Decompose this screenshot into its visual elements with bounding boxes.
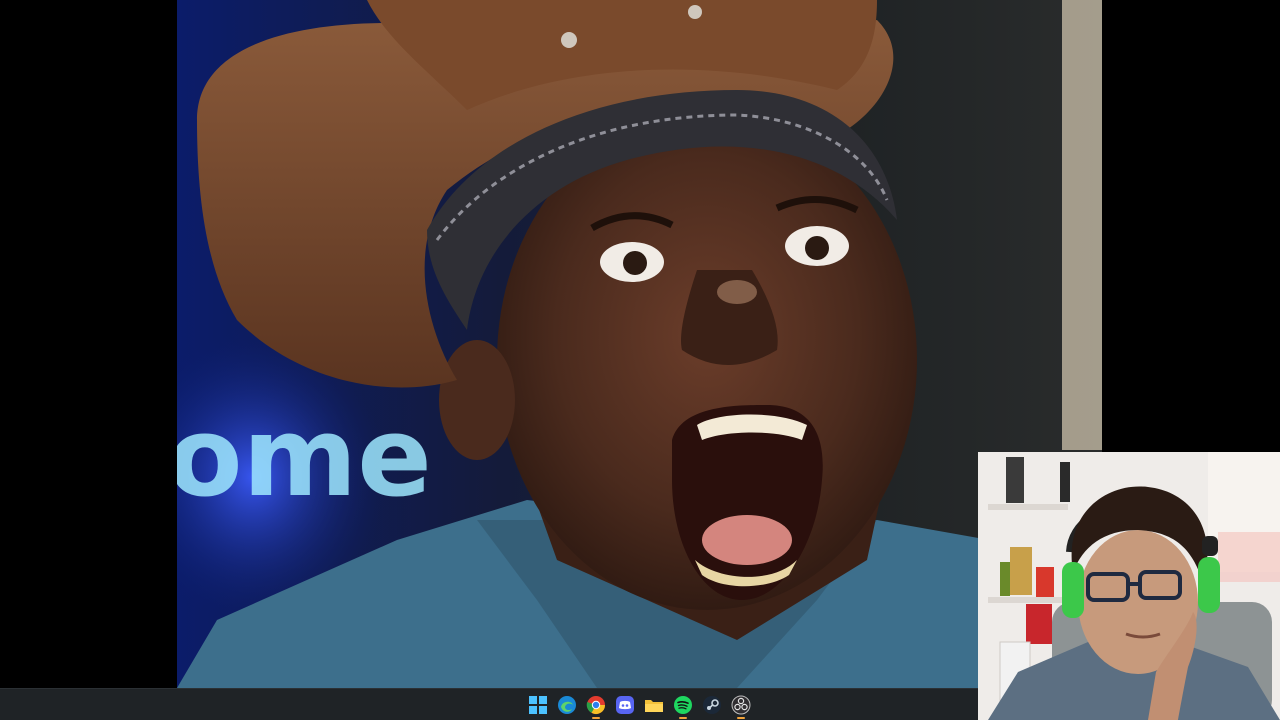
start-icon[interactable] [526,693,550,717]
screen: ome [0,0,1280,720]
edge-icon[interactable] [555,693,579,717]
webcam-feed [978,452,1280,720]
obs-icon[interactable] [729,693,753,719]
taskbar-pinned-apps [526,693,753,719]
reaction-photo: ome [177,0,1102,688]
main-video-frame: ome [177,0,1102,688]
neon-sign-text: ome [177,393,432,521]
running-indicator [592,717,600,719]
steam-icon[interactable] [700,693,724,717]
file-explorer-icon[interactable] [642,693,666,717]
running-indicator [737,717,745,719]
running-indicator [679,717,687,719]
taskbar [0,688,978,720]
webcam-overlay [978,452,1280,720]
discord-icon[interactable] [613,693,637,717]
spotify-icon[interactable] [671,693,695,719]
chrome-icon[interactable] [584,693,608,719]
